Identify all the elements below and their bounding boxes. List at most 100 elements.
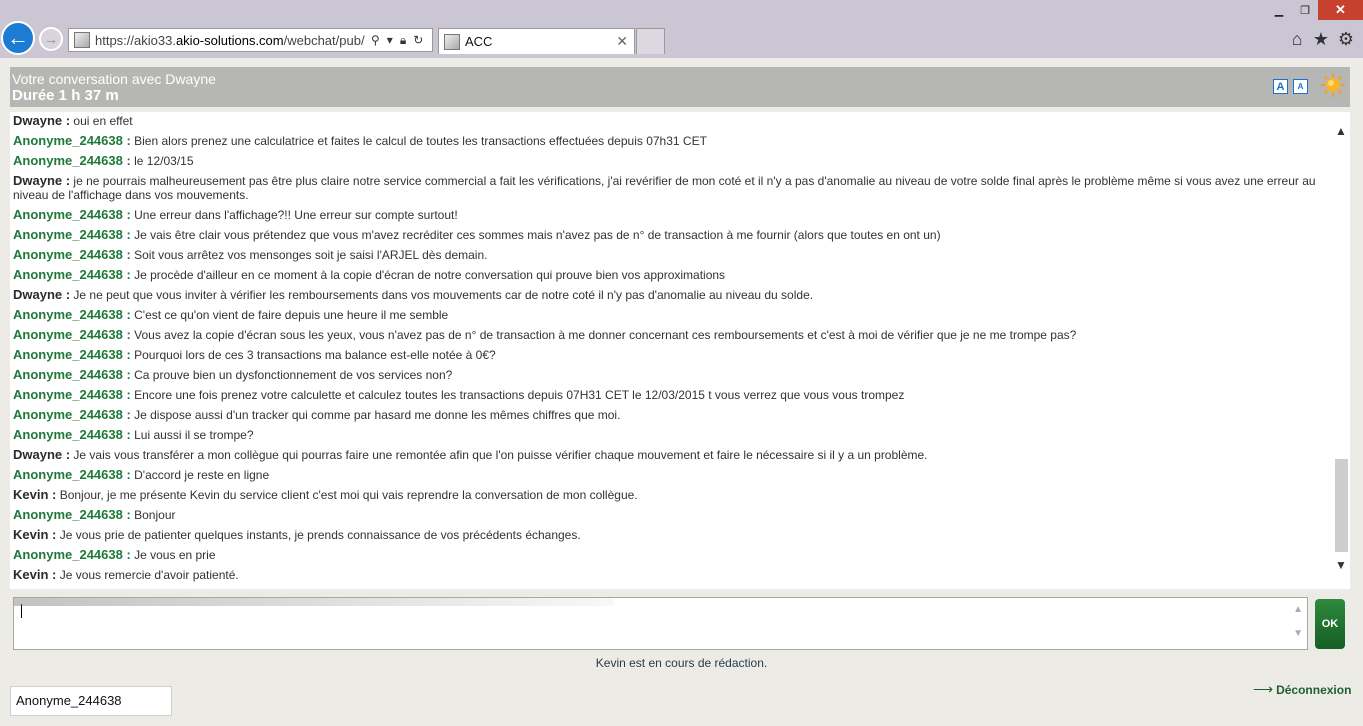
chat-header: Votre conversation avec Dwayne Durée 1 h… — [10, 67, 1350, 107]
close-window-button[interactable]: ✕ — [1318, 0, 1363, 20]
message-row: Anonyme_244638 : C'est ce qu'on vient de… — [13, 307, 1331, 323]
message-row: Anonyme_244638 : Une erreur dans l'affic… — [13, 208, 1331, 223]
message-row: Anonyme_244638 : le 12/03/15 — [13, 154, 1331, 169]
arrow-left-icon: ← — [7, 25, 29, 50]
message-sender: Kevin : — [13, 567, 57, 582]
disconnect-label: Déconnexion — [1276, 683, 1352, 697]
message-sender: Anonyme_244638 : — [13, 133, 131, 148]
message-sender: Anonyme_244638 : — [13, 347, 131, 362]
message-text: Je ne peut que vous inviter à vérifier l… — [73, 288, 814, 302]
scroll-up-icon[interactable]: ▲ — [1335, 124, 1347, 138]
gear-icon[interactable]: ⚙ — [1336, 28, 1356, 50]
message-sender: Anonyme_244638 : — [13, 547, 131, 562]
message-row: Anonyme_244638 : Encore une fois prenez … — [13, 387, 1331, 403]
message-row: Anonyme_244638 : Bien alors prenez une c… — [13, 133, 1331, 149]
typing-status: Kevin est en cours de rédaction. — [595, 656, 768, 670]
new-tab-button[interactable] — [636, 28, 665, 54]
message-sender: Dwayne : — [13, 113, 71, 128]
message-text: Je vous en prie — [134, 548, 216, 562]
message-row: Anonyme_244638 : Bonjour — [13, 507, 1331, 523]
message-row: Anonyme_244638 : Lui aussi il se trompe? — [13, 427, 1331, 443]
search-icon[interactable]: ⚲ — [371, 33, 380, 48]
address-bar[interactable]: https://akio33.akio-solutions.com/webcha… — [68, 28, 433, 52]
message-row: Anonyme_244638 : Je vais être clair vous… — [13, 227, 1331, 243]
message-text: Je vous prie de patienter quelques insta… — [59, 528, 581, 542]
tab-title: ACC — [465, 34, 493, 49]
message-scrollbar[interactable]: ▲ ▼ — [1333, 112, 1350, 589]
message-sender: Kevin : — [13, 487, 57, 502]
message-sender: Anonyme_244638 : — [13, 507, 131, 522]
message-sender: Dwayne : — [13, 447, 71, 462]
conversation-duration: Durée 1 h 37 m — [12, 87, 119, 104]
input-shadow — [14, 598, 614, 606]
close-tab-icon[interactable]: ✕ — [616, 33, 628, 50]
message-text: Encore une fois prenez votre calculette … — [134, 388, 905, 402]
site-favicon-icon — [74, 32, 90, 48]
message-sender: Anonyme_244638 : — [13, 307, 131, 322]
message-text: Je vais être clair vous prétendez que vo… — [134, 228, 941, 242]
message-row: Kevin : Je vous prie de patienter quelqu… — [13, 527, 1331, 543]
disconnect-link[interactable]: ⟶ Déconnexion — [1253, 681, 1351, 698]
favorites-star-icon[interactable]: ★ — [1311, 28, 1331, 50]
font-increase-icon: A — [1276, 80, 1285, 93]
font-decrease-button[interactable]: A — [1293, 79, 1308, 94]
sun-icon[interactable] — [1320, 72, 1346, 98]
message-row: Anonyme_244638 : Soit vous arrêtez vos m… — [13, 248, 1331, 263]
message-text: Pourquoi lors de ces 3 transactions ma b… — [134, 348, 496, 362]
minimize-button[interactable]: ▁ — [1266, 0, 1292, 20]
ok-label: OK — [1321, 618, 1339, 630]
back-button[interactable]: ← — [1, 21, 35, 55]
message-text: Lui aussi il se trompe? — [134, 428, 254, 442]
message-row: Anonyme_244638 : Vous avez la copie d'éc… — [13, 328, 1331, 343]
scroll-down-icon[interactable]: ▼ — [1335, 558, 1347, 572]
message-list: Dwayne : oui en effet Anonyme_244638 : Bi… — [13, 114, 1331, 588]
message-sender: Anonyme_244638 : — [13, 407, 131, 422]
message-sender: Anonyme_244638 : — [13, 267, 131, 282]
message-text: Soit vous arrêtez vos mensonges soit je … — [134, 248, 488, 262]
message-sender: Kevin : — [13, 527, 57, 542]
message-row: Anonyme_244638 : Je procède d'ailleur en… — [13, 267, 1331, 283]
message-sender: Dwayne : — [13, 173, 71, 188]
message-text: C'est ce qu'on vient de faire depuis une… — [134, 308, 449, 322]
home-icon[interactable]: ⌂ — [1287, 28, 1307, 50]
input-scroll-up-icon[interactable]: ▲ — [1293, 604, 1303, 615]
message-text: Bonjour — [134, 508, 176, 522]
arrow-right-icon: → — [44, 31, 58, 47]
send-ok-button[interactable]: OK — [1315, 599, 1345, 649]
message-row: Kevin : Je vous remercie d'avoir patient… — [13, 567, 1331, 583]
input-scroll-down-icon[interactable]: ▼ — [1293, 628, 1303, 639]
message-text: Je procède d'ailleur en ce moment à la c… — [134, 268, 726, 282]
tab-acc[interactable]: ACC ✕ — [438, 28, 635, 54]
tab-favicon-icon — [444, 33, 460, 50]
refresh-icon[interactable]: ↻ — [413, 33, 423, 48]
conversation-title: Votre conversation avec Dwayne — [12, 71, 216, 87]
username-field[interactable]: Anonyme_244638 — [10, 686, 172, 716]
message-text: Une erreur dans l'affichage?!! Une erreu… — [134, 208, 458, 222]
message-area[interactable]: Dwayne : oui en effet Anonyme_244638 : Bi… — [10, 112, 1350, 589]
message-text: Ca prouve bien un dysfonctionnement de v… — [134, 368, 453, 382]
message-sender: Anonyme_244638 : — [13, 387, 131, 402]
message-text: Je dispose aussi d'un tracker qui comme … — [134, 408, 621, 422]
maximize-button[interactable]: ❐ — [1292, 0, 1318, 20]
message-text: Bonjour, je me présente Kevin du service… — [59, 488, 638, 502]
url-text[interactable]: https://akio33.akio-solutions.com/webcha… — [95, 33, 365, 48]
scrollbar-thumb[interactable] — [1335, 459, 1348, 552]
message-row: Anonyme_244638 : Je vous en prie — [13, 547, 1331, 563]
message-row: Dwayne : Je ne peut que vous inviter à v… — [13, 288, 1331, 303]
message-row: Anonyme_244638 : D'accord je reste en li… — [13, 467, 1331, 483]
message-sender: Anonyme_244638 : — [13, 227, 131, 242]
font-increase-button[interactable]: A — [1273, 79, 1288, 94]
message-text: le 12/03/15 — [134, 154, 194, 168]
message-text: je ne pourrais malheureusement pas être … — [13, 174, 1316, 202]
message-sender: Anonyme_244638 : — [13, 467, 131, 482]
message-row: Kevin : Bonjour, je me présente Kevin du… — [13, 487, 1331, 503]
message-sender: Anonyme_244638 : — [13, 427, 131, 442]
message-text: D'accord je reste en ligne — [134, 468, 270, 482]
message-row: Dwayne : Je vais vous transférer a mon c… — [13, 447, 1331, 463]
dropdown-icon[interactable]: ▾ — [387, 33, 393, 48]
lock-icon[interactable]: 🔒︎ — [400, 33, 406, 48]
message-text: oui en effet — [73, 114, 133, 128]
forward-button[interactable]: → — [39, 27, 63, 51]
message-text: Je vous remercie d'avoir patienté. — [59, 568, 239, 582]
font-decrease-icon: A — [1297, 82, 1304, 91]
